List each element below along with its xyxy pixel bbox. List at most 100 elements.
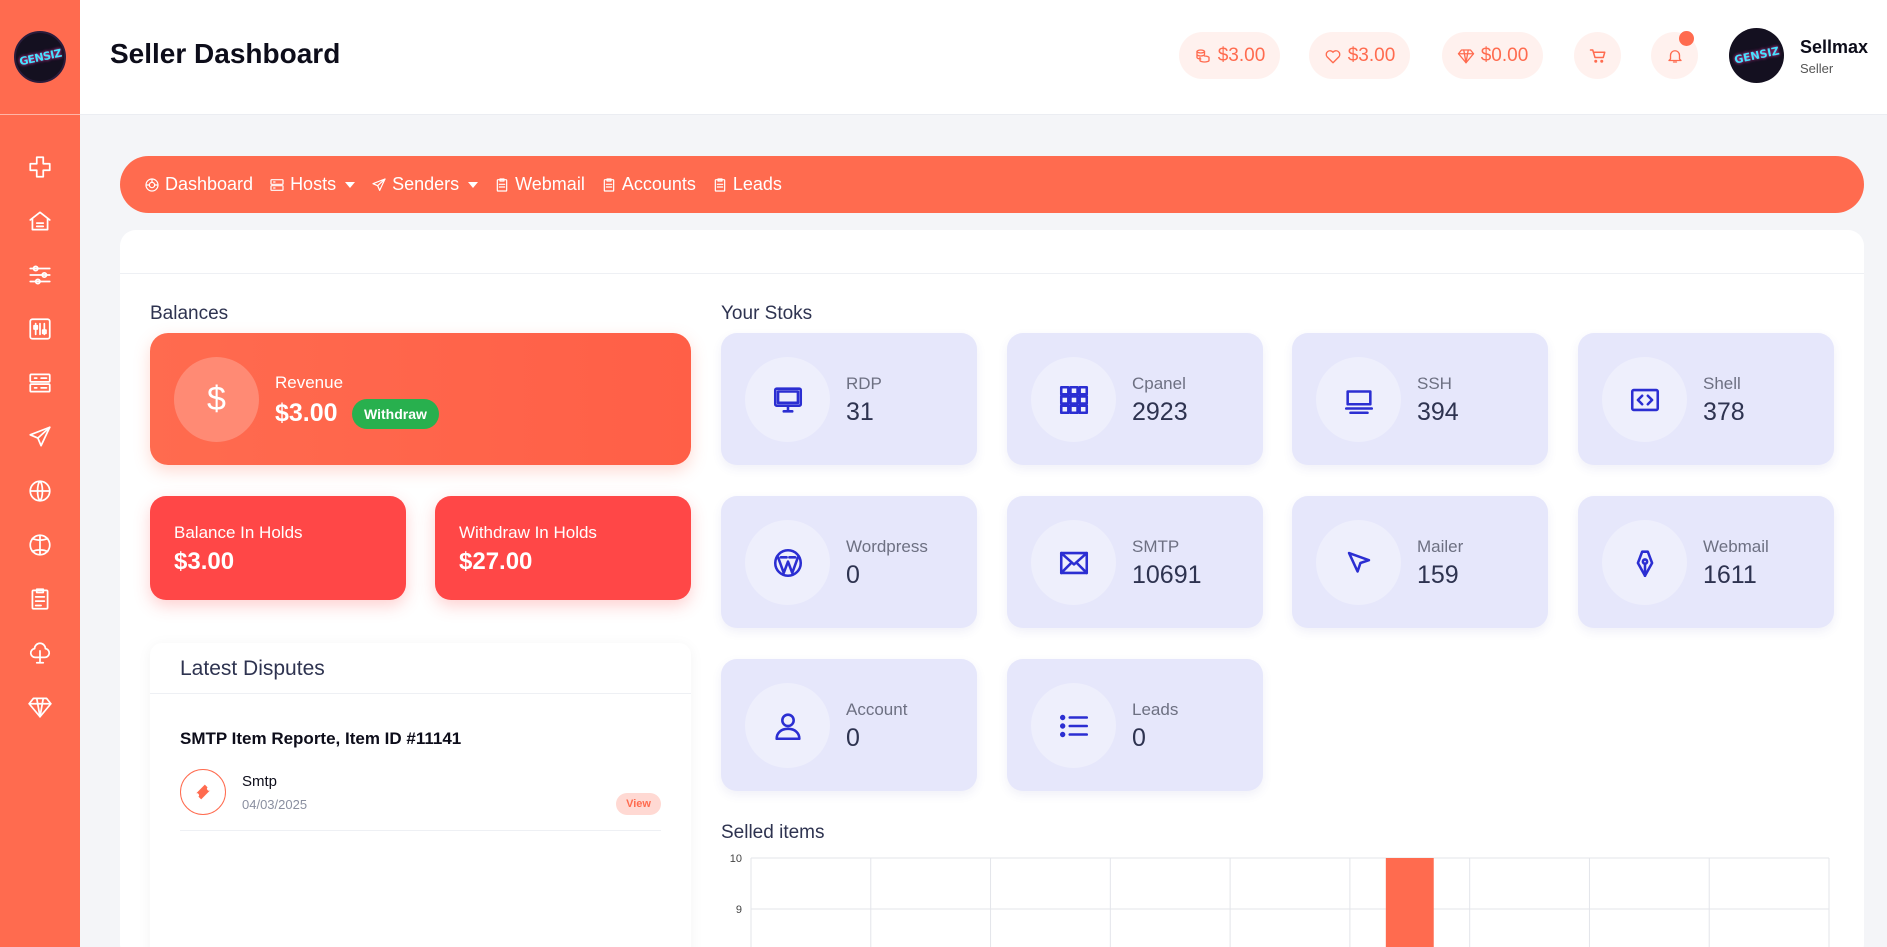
divider [180,830,661,831]
stock-label: RDP [846,374,882,393]
chevron-down-icon [468,181,479,188]
stock-card-rdp[interactable]: RDP 31 [721,333,977,465]
stock-card-webmail[interactable]: Webmail 1611 [1578,496,1834,628]
wishlist-pill[interactable]: $3.00 [1309,32,1410,79]
send-icon [372,177,386,191]
nav-leads[interactable]: Leads [712,174,782,195]
stock-value: 0 [846,724,860,752]
withdraw-hold-amount: $27.00 [459,548,533,575]
dashboard-icon [145,177,159,192]
stock-label: Shell [1703,374,1741,393]
cart-button[interactable] [1574,32,1621,79]
clipboard-icon [31,588,49,610]
stock-label: SSH [1417,374,1452,393]
list-icon [1059,714,1088,737]
tree-icon [29,642,51,664]
sidebar-item-premium[interactable] [20,680,60,734]
chart-y-tick-label: 9 [736,904,742,916]
send-icon [29,426,51,447]
stock-value: 31 [846,398,874,426]
latest-disputes-panel: Latest Disputes SMTP Item Reporte, Item … [150,643,691,947]
balance-hold-label: Balance In Holds [174,523,303,542]
selled-items-heading: Selled items [721,822,825,843]
sidebar-item-sports[interactable] [20,518,60,572]
wordpress-icon [773,548,802,577]
grid-icon [1059,385,1088,414]
nav-webmail[interactable]: Webmail [494,174,585,195]
code-icon [1630,388,1659,411]
clipboard-icon [496,177,508,192]
sidebar-item-add[interactable] [20,140,60,194]
stock-value: 394 [1417,398,1459,426]
card-divider [120,273,1864,274]
stock-card-account[interactable]: Account 0 [721,659,977,791]
logo-area: GENSIZ [0,0,80,115]
diamond-icon [1457,48,1474,63]
clipboard-icon [603,177,615,192]
balance-pill[interactable]: $3.00 [1179,32,1280,79]
stock-card-cpanel[interactable]: Cpanel 2923 [1007,333,1263,465]
user-name[interactable]: Sellmax [1800,37,1868,58]
notification-badge [1679,31,1694,46]
nav-accounts[interactable]: Accounts [601,174,696,195]
sidebar-item-web[interactable] [20,464,60,518]
sidebar-item-tree[interactable] [20,626,60,680]
chevron-down-icon [345,181,356,188]
stock-value: 10691 [1132,561,1202,589]
nav-senders[interactable]: Senders [371,174,479,195]
divider [150,693,691,694]
dispute-item-title: SMTP Item Reporte, Item ID #11141 [180,729,462,748]
server-icon [270,178,284,191]
envelope-icon [1059,551,1088,574]
stock-label: Webmail [1703,537,1769,556]
stock-card-shell[interactable]: Shell 378 [1578,333,1834,465]
balances-heading: Balances [150,303,229,324]
nav-hosts[interactable]: Hosts [269,174,356,195]
sidebar-item-tools[interactable] [20,302,60,356]
ball-icon [29,534,51,556]
avatar[interactable]: GENSIZ [1729,28,1784,83]
dispute-item-name: Smtp [242,773,278,790]
stock-label: Account [846,700,908,719]
stock-card-wordpress[interactable]: Wordpress 0 [721,496,977,628]
cart-icon [1589,48,1605,63]
terminal-icon [1344,389,1373,414]
stock-card-leads[interactable]: Leads 0 [1007,659,1263,791]
sidebar-item-senders[interactable] [20,410,60,464]
nav-dashboard[interactable]: Dashboard [144,174,253,195]
notifications-button[interactable] [1651,31,1698,79]
sidebar-item-hosts[interactable] [20,356,60,410]
withdraw-hold-label: Withdraw In Holds [459,523,597,542]
stock-value: 0 [846,561,860,589]
clipboard-icon [714,177,726,192]
home-icon [29,211,51,231]
cursor-icon [1347,551,1370,573]
brand-logo[interactable]: GENSIZ [14,31,66,83]
sidebar-item-home[interactable] [20,194,60,248]
balance-hold-card: Balance In Holds $3.00 [150,496,406,600]
selled-items-chart: 10 9 [730,853,1830,947]
stock-card-ssh[interactable]: SSH 394 [1292,333,1548,465]
stock-label: Wordpress [846,537,928,556]
sidebar-item-reports[interactable] [20,572,60,626]
coins-icon [1196,48,1210,63]
stock-label: SMTP [1132,537,1180,556]
diamond-icon [28,697,52,718]
withdraw-button[interactable]: Withdraw [352,399,439,429]
pen-nib-icon [1636,549,1653,577]
stock-card-mailer[interactable]: Mailer 159 [1292,496,1548,628]
plus-icon [29,156,51,178]
view-dispute-button[interactable]: View [616,793,661,815]
stock-value: 1611 [1703,561,1757,589]
stock-card-smtp[interactable]: SMTP 10691 [1007,496,1263,628]
sidebar-nav [0,115,80,734]
premium-pill[interactable]: $0.00 [1442,32,1543,79]
dispute-item-date: 04/03/2025 [242,797,308,812]
chart-bar [1385,858,1434,947]
stock-value: 2923 [1132,398,1188,426]
server-icon [29,373,51,393]
page-title: Seller Dashboard [110,38,341,69]
sidebar-item-settings[interactable] [20,248,60,302]
stock-value: 159 [1417,561,1459,589]
globe-icon [29,480,51,502]
